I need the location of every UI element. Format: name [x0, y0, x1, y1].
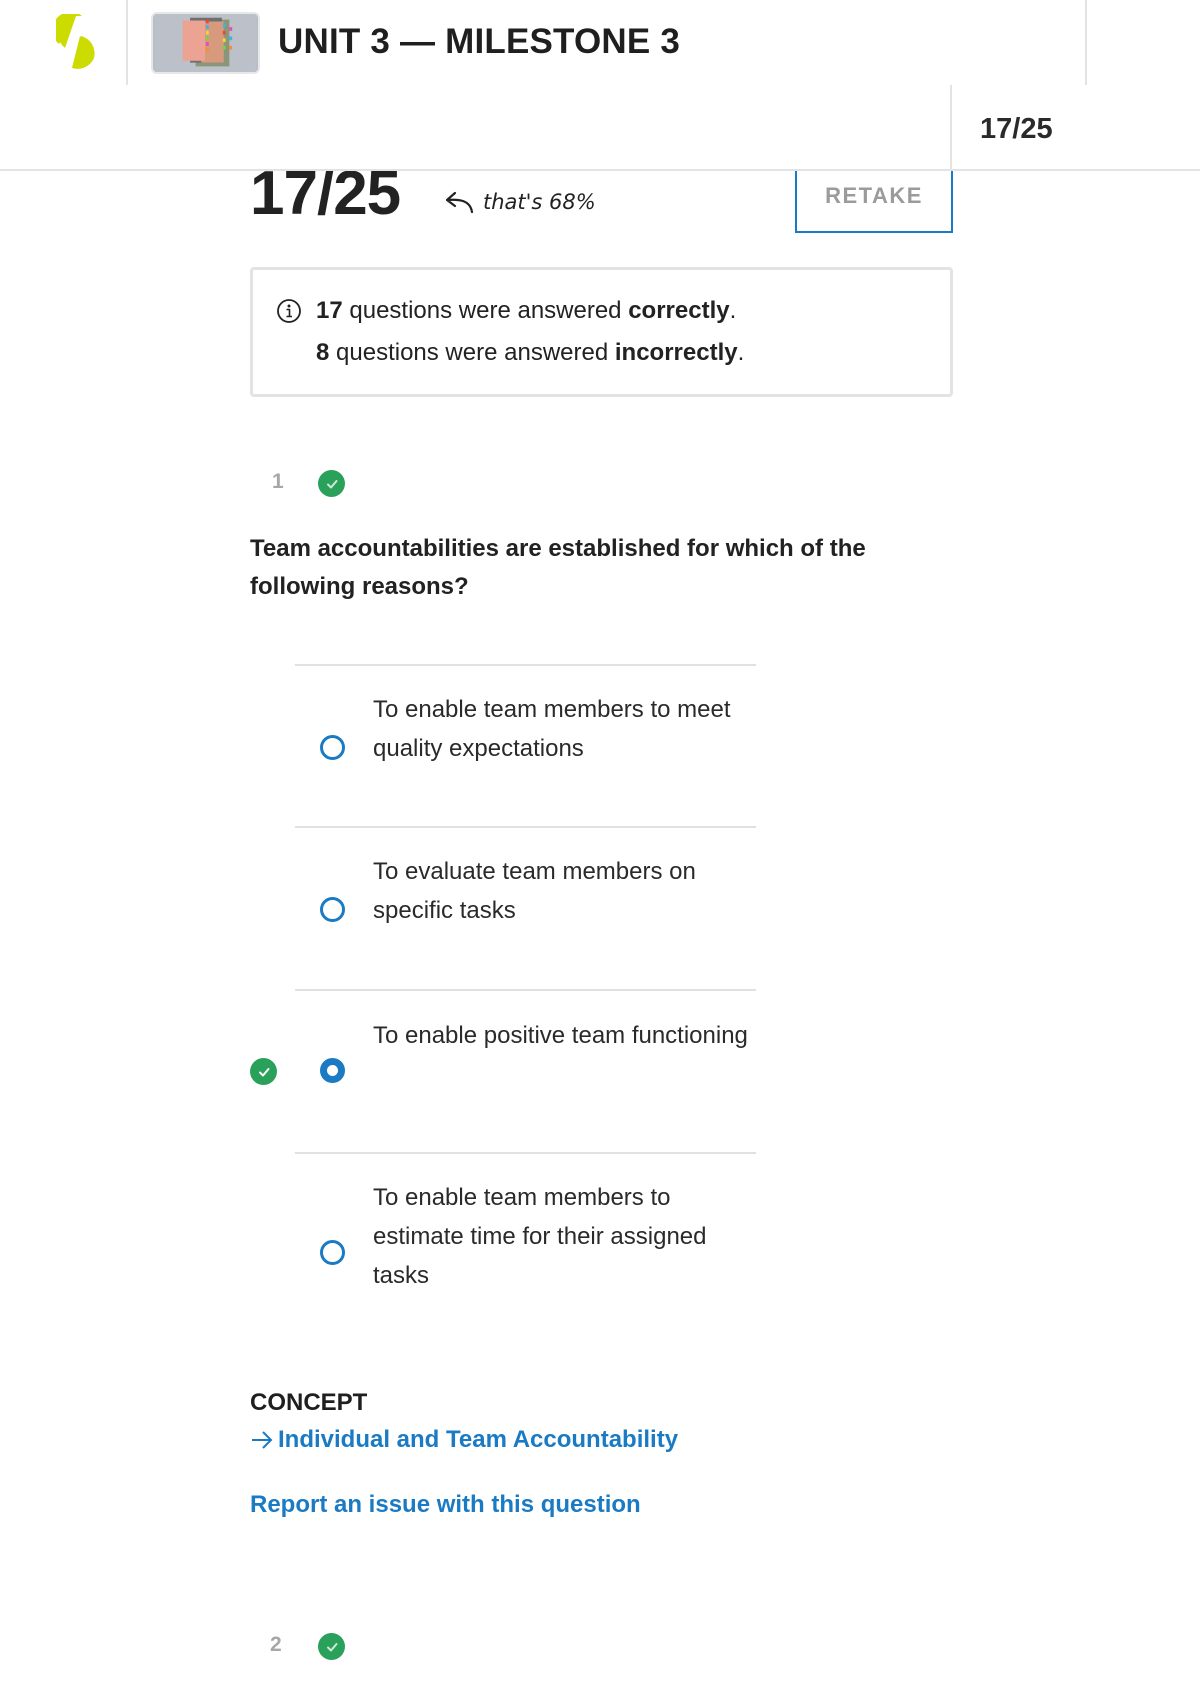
- correct-check-icon: [318, 470, 345, 497]
- header-divider-right: [1085, 0, 1087, 85]
- top-header: UNIT 3 — MILESTONE 3: [0, 0, 1200, 85]
- concept-link-text[interactable]: Individual and Team Accountability: [278, 1426, 678, 1454]
- score-summary: 17/25: [980, 113, 1053, 145]
- option-divider: [295, 989, 756, 991]
- radio-button[interactable]: [320, 735, 345, 760]
- results-summary-box: [250, 267, 953, 397]
- option-divider: [295, 664, 756, 666]
- option-divider: [295, 826, 756, 828]
- radio-button[interactable]: [320, 897, 345, 922]
- concept-label: CONCEPT: [250, 1389, 368, 1416]
- option-label: To enable team members to estimate time …: [373, 1184, 707, 1289]
- radio-button[interactable]: [320, 1240, 345, 1265]
- correct-summary-line: 17 questions were answered correctly.: [316, 297, 737, 324]
- option-label: To evaluate team members on specific tas…: [373, 858, 696, 924]
- option-label: To enable team members to meet quality e…: [373, 696, 731, 762]
- score-panel-divider: [950, 85, 952, 169]
- correct-answer-check-icon: [250, 1058, 277, 1085]
- curved-arrow-left-icon: [445, 191, 474, 214]
- percent-note-text: that's 68%: [483, 190, 596, 214]
- info-icon: [277, 299, 301, 323]
- course-thumbnail: [151, 12, 260, 74]
- concept-link[interactable]: Individual and Team Accountability: [250, 1426, 678, 1454]
- option-divider: [295, 1152, 756, 1154]
- radio-button-selected[interactable]: [320, 1058, 345, 1083]
- incorrect-summary-line: 8 questions were answered incorrectly.: [316, 339, 745, 366]
- option-label: To enable positive team functioning: [373, 1022, 748, 1049]
- question-text: Team accountabilities are established fo…: [250, 535, 866, 600]
- page-title: UNIT 3 — MILESTONE 3: [278, 22, 681, 61]
- sophia-logo-icon[interactable]: [52, 11, 100, 70]
- header-divider: [126, 0, 128, 85]
- question-number: 1: [272, 470, 284, 493]
- percent-note: that's 68%: [443, 190, 596, 214]
- correct-check-icon: [318, 1633, 345, 1660]
- arrow-right-icon: [252, 1431, 273, 1449]
- score-sticky-bar: 17/25: [0, 85, 1200, 171]
- question-number: 2: [270, 1633, 282, 1656]
- report-issue-link[interactable]: Report an issue with this question: [250, 1491, 641, 1519]
